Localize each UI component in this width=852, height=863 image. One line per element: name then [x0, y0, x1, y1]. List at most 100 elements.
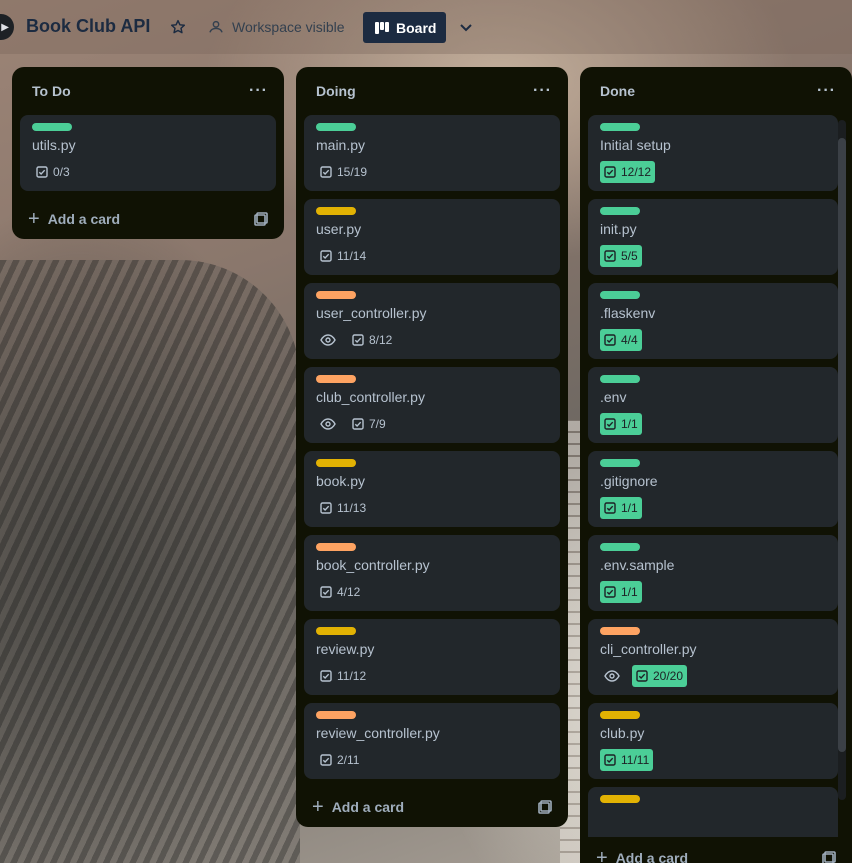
checklist-icon	[604, 418, 616, 430]
card[interactable]: utils.py 0/3	[20, 115, 276, 191]
card-label-green[interactable]	[600, 291, 640, 299]
checklist-badge: 1/1	[600, 497, 642, 519]
star-icon	[170, 19, 186, 34]
card[interactable]: book.py 11/13	[304, 451, 560, 527]
add-card-button[interactable]: + Add a card	[588, 837, 844, 863]
checklist-badge: 7/9	[348, 413, 390, 435]
template-icon[interactable]	[822, 851, 836, 863]
checklist-badge: 12/12	[600, 161, 656, 183]
list-title[interactable]: Doing	[316, 83, 356, 99]
card[interactable]: user_controller.py 8/12	[304, 283, 560, 359]
card-label-yellow[interactable]	[316, 459, 356, 467]
checklist-count: 15/19	[337, 165, 368, 179]
card-title: .gitignore	[600, 473, 658, 489]
list-cards[interactable]: Initial setup 12/12 init.py 5/5 .flaskenv 4/4…	[588, 115, 844, 837]
checklist-count: 5/5	[621, 249, 638, 263]
card[interactable]: .env 1/1	[588, 367, 838, 443]
card-badges: 1/1	[600, 496, 826, 520]
plus-icon: +	[28, 208, 40, 230]
checklist-icon	[320, 670, 332, 682]
card-title: book_controller.py	[316, 557, 430, 573]
checklist-count: 11/14	[337, 249, 367, 263]
checklist-badge: 20/20	[632, 665, 688, 687]
template-icon[interactable]	[538, 800, 552, 814]
template-icon[interactable]	[254, 212, 268, 226]
card-label-orange[interactable]	[316, 375, 356, 383]
card-title: review.py	[316, 641, 375, 657]
checklist-badge: 1/1	[600, 413, 642, 435]
add-card-label: Add a card	[331, 799, 405, 815]
card[interactable]: user.py 11/14	[304, 199, 560, 275]
checklist-icon	[320, 250, 332, 262]
card-badges: 11/13	[316, 496, 548, 520]
card[interactable]: book_controller.py 4/12	[304, 535, 560, 611]
board-title[interactable]: Book Club API	[26, 16, 150, 37]
list-title[interactable]: To Do	[32, 83, 71, 99]
card-label-green[interactable]	[600, 543, 640, 551]
checklist-badge: 5/5	[600, 245, 642, 267]
card-badges: 12/12	[600, 160, 826, 184]
card[interactable]: Initial setup 12/12	[588, 115, 838, 191]
card-title	[600, 809, 826, 827]
card[interactable]: review.py 11/12	[304, 619, 560, 695]
card-label-yellow[interactable]	[600, 795, 640, 803]
card-label-yellow[interactable]	[316, 627, 356, 635]
add-card-button[interactable]: + Add a card	[304, 787, 560, 827]
checklist-icon	[604, 502, 616, 514]
card[interactable]: .gitignore 1/1	[588, 451, 838, 527]
list-header: Doing ···	[304, 67, 560, 115]
card[interactable]: review_controller.py 2/11	[304, 703, 560, 779]
card-label-green[interactable]	[600, 123, 640, 131]
card-badges: 4/4	[600, 328, 826, 352]
add-card-label: Add a card	[47, 211, 121, 227]
card[interactable]: cli_controller.py 20/20	[588, 619, 838, 695]
watching-badge	[316, 413, 340, 435]
checklist-icon	[352, 418, 364, 430]
card-title: .env	[600, 389, 627, 405]
list-menu-icon[interactable]: ···	[249, 83, 268, 99]
card-label-orange[interactable]	[316, 543, 356, 551]
checklist-count: 11/12	[337, 669, 367, 683]
card[interactable]	[588, 787, 838, 837]
board-view-button[interactable]: Board	[363, 12, 446, 43]
plus-icon: +	[312, 796, 324, 818]
card-label-green[interactable]	[600, 459, 640, 467]
visibility-label: Workspace visible	[232, 19, 345, 35]
card-label-green[interactable]	[32, 123, 72, 131]
chevron-down-icon	[460, 24, 472, 32]
card[interactable]: .env.sample 1/1	[588, 535, 838, 611]
card-label-orange[interactable]	[316, 711, 356, 719]
card-label-green[interactable]	[316, 123, 356, 131]
card-label-orange[interactable]	[316, 291, 356, 299]
board-icon	[375, 21, 389, 34]
card[interactable]: init.py 5/5	[588, 199, 838, 275]
card[interactable]: club.py 11/11	[588, 703, 838, 779]
sidebar-toggle[interactable]: ▶	[0, 14, 14, 40]
card-label-green[interactable]	[600, 207, 640, 215]
checklist-count: 1/1	[621, 501, 638, 515]
checklist-count: 1/1	[621, 417, 638, 431]
list-menu-icon[interactable]: ···	[533, 83, 552, 99]
card-title: cli_controller.py	[600, 641, 697, 657]
checklist-count: 0/3	[53, 165, 70, 179]
checklist-badge: 11/12	[316, 665, 370, 687]
list-scrollbar[interactable]	[838, 138, 846, 752]
view-switcher-button[interactable]	[454, 14, 478, 40]
card-label-yellow[interactable]	[600, 711, 640, 719]
checklist-count: 11/13	[337, 501, 367, 515]
card-label-yellow[interactable]	[316, 207, 356, 215]
eye-icon	[604, 670, 620, 682]
card[interactable]: main.py 15/19	[304, 115, 560, 191]
card-title: init.py	[600, 221, 637, 237]
card-label-green[interactable]	[600, 375, 640, 383]
card[interactable]: .flaskenv 4/4	[588, 283, 838, 359]
list-title[interactable]: Done	[600, 83, 635, 99]
checklist-badge: 2/11	[316, 749, 363, 771]
card[interactable]: club_controller.py 7/9	[304, 367, 560, 443]
add-card-button[interactable]: + Add a card	[20, 199, 276, 239]
star-button[interactable]	[166, 15, 190, 39]
card-label-orange[interactable]	[600, 627, 640, 635]
visibility-button[interactable]: Workspace visible	[208, 14, 345, 40]
list-menu-icon[interactable]: ···	[817, 83, 836, 99]
checklist-icon	[604, 586, 616, 598]
